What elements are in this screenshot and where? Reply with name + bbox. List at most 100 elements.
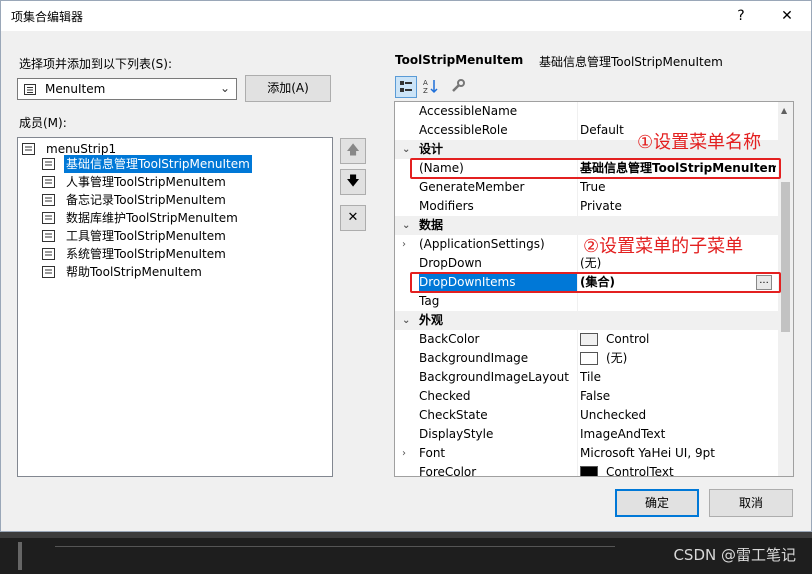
property-category[interactable]: ⌄ 外观	[395, 311, 778, 330]
column-separator	[577, 121, 578, 140]
delete-button[interactable]: ✕	[340, 205, 366, 231]
collapse-icon[interactable]: ⌄	[402, 311, 410, 330]
color-swatch	[580, 352, 598, 365]
window-title: 项集合编辑器	[11, 10, 84, 24]
property-name: BackgroundImage	[419, 351, 529, 365]
property-value[interactable]: Unchecked	[580, 406, 776, 425]
property-value-text: ControlText	[606, 465, 674, 477]
name-highlight-box	[410, 158, 781, 179]
property-value[interactable]: (无)	[580, 349, 776, 368]
tree-item-label: 系统管理ToolStripMenuItem	[66, 247, 226, 261]
property-value[interactable]: Microsoft YaHei UI, 9pt	[580, 444, 776, 463]
alphabetical-icon[interactable]: AZ	[419, 76, 441, 98]
column-separator	[577, 463, 578, 476]
property-name: BackColor	[419, 332, 480, 346]
scrollbar-thumb[interactable]	[781, 182, 790, 332]
expand-icon[interactable]: ›	[402, 235, 406, 254]
property-value[interactable]: Control	[580, 330, 776, 349]
property-value[interactable]: Tile	[580, 368, 776, 387]
property-row[interactable]: Modifiers Private	[395, 197, 778, 216]
scroll-up-icon[interactable]: ▲	[781, 106, 787, 115]
column-separator	[577, 349, 578, 368]
members-tree[interactable]: menuStrip1 基础信息管理ToolStripMenuItem 人事管理To…	[17, 137, 333, 477]
property-name: Checked	[419, 389, 471, 403]
tree-item-label: 备忘记录ToolStripMenuItem	[66, 193, 226, 207]
property-name: Font	[419, 446, 446, 460]
property-pages-icon[interactable]	[447, 76, 469, 98]
property-name: 设计	[419, 142, 444, 156]
menu-item-icon	[42, 194, 55, 206]
color-swatch	[580, 466, 598, 476]
move-down-button[interactable]: 🡇	[340, 169, 366, 195]
property-row[interactable]: Tag	[395, 292, 778, 311]
property-row[interactable]: CheckState Unchecked	[395, 406, 778, 425]
tree-item-label: 基础信息管理ToolStripMenuItem	[64, 155, 252, 173]
property-row[interactable]: BackgroundImageLayout Tile	[395, 368, 778, 387]
property-row[interactable]: › Font Microsoft YaHei UI, 9pt	[395, 444, 778, 463]
column-separator	[577, 235, 578, 254]
property-row[interactable]: GenerateMember True	[395, 178, 778, 197]
column-separator	[577, 330, 578, 349]
property-row[interactable]: ForeColor ControlText	[395, 463, 778, 477]
chevron-down-icon[interactable]: ⌄	[220, 81, 230, 95]
menu-item-icon	[42, 158, 55, 170]
property-name: (ApplicationSettings)	[419, 237, 545, 251]
property-value[interactable]: ControlText	[580, 463, 776, 477]
arrow-up-icon: 🡅	[346, 143, 360, 158]
column-separator	[577, 197, 578, 216]
item-type-combobox[interactable]: MenuItem ⌄	[17, 78, 237, 100]
property-value-text: Control	[606, 332, 650, 346]
property-name: Modifiers	[419, 199, 474, 213]
column-separator	[577, 254, 578, 273]
column-separator	[577, 102, 578, 121]
expand-icon[interactable]: ›	[402, 444, 406, 463]
add-button[interactable]: 添加(A)	[245, 75, 331, 102]
collapse-icon[interactable]: ⌄	[402, 216, 410, 235]
property-value[interactable]: True	[580, 178, 776, 197]
column-separator	[577, 406, 578, 425]
svg-text:Z: Z	[423, 87, 428, 94]
arrow-down-icon: 🡇	[346, 174, 360, 189]
property-row[interactable]: BackgroundImage (无)	[395, 349, 778, 368]
close-button[interactable]: ✕	[767, 1, 807, 31]
property-value-text: False	[580, 389, 611, 403]
column-separator	[577, 292, 578, 311]
property-value-text: ImageAndText	[580, 427, 666, 441]
column-separator	[577, 425, 578, 444]
property-value-text: Unchecked	[580, 408, 647, 422]
menu-strip-icon	[22, 143, 35, 155]
property-row[interactable]: DisplayStyle ImageAndText	[395, 425, 778, 444]
property-value[interactable]: Private	[580, 197, 776, 216]
menu-item-icon	[42, 248, 55, 260]
collapse-icon[interactable]: ⌄	[402, 140, 410, 159]
property-row[interactable]: BackColor Control	[395, 330, 778, 349]
property-name: CheckState	[419, 408, 488, 422]
help-button[interactable]: ?	[721, 1, 761, 31]
property-value-text: Default	[580, 123, 624, 137]
tree-item-label: 帮助ToolStripMenuItem	[66, 265, 202, 279]
dropdownitems-highlight-box	[410, 272, 781, 293]
cancel-button[interactable]: 取消	[709, 489, 793, 517]
menu-item-icon	[42, 176, 55, 188]
tree-item-label: 工具管理ToolStripMenuItem	[66, 229, 226, 243]
property-name: 外观	[419, 313, 444, 327]
property-value[interactable]: False	[580, 387, 776, 406]
property-name: BackgroundImageLayout	[419, 370, 569, 384]
property-value-text: Microsoft YaHei UI, 9pt	[580, 446, 715, 460]
delete-icon: ✕	[347, 210, 359, 225]
members-label: 成员(M):	[19, 116, 67, 130]
move-up-button[interactable]: 🡅	[340, 138, 366, 164]
property-value-text: Tile	[580, 370, 602, 384]
categorized-icon[interactable]	[395, 76, 417, 98]
property-name: DropDown	[419, 256, 482, 270]
property-row[interactable]: Checked False	[395, 387, 778, 406]
menu-item-icon	[24, 84, 36, 95]
property-name: AccessibleName	[419, 104, 518, 118]
ok-button[interactable]: 确定	[615, 489, 699, 517]
property-name: DisplayStyle	[419, 427, 494, 441]
tree-item-label: 人事管理ToolStripMenuItem	[66, 175, 226, 189]
property-value-text: True	[580, 180, 606, 194]
property-name: AccessibleRole	[419, 123, 508, 137]
property-value[interactable]: ImageAndText	[580, 425, 776, 444]
property-row[interactable]: AccessibleName	[395, 102, 778, 121]
